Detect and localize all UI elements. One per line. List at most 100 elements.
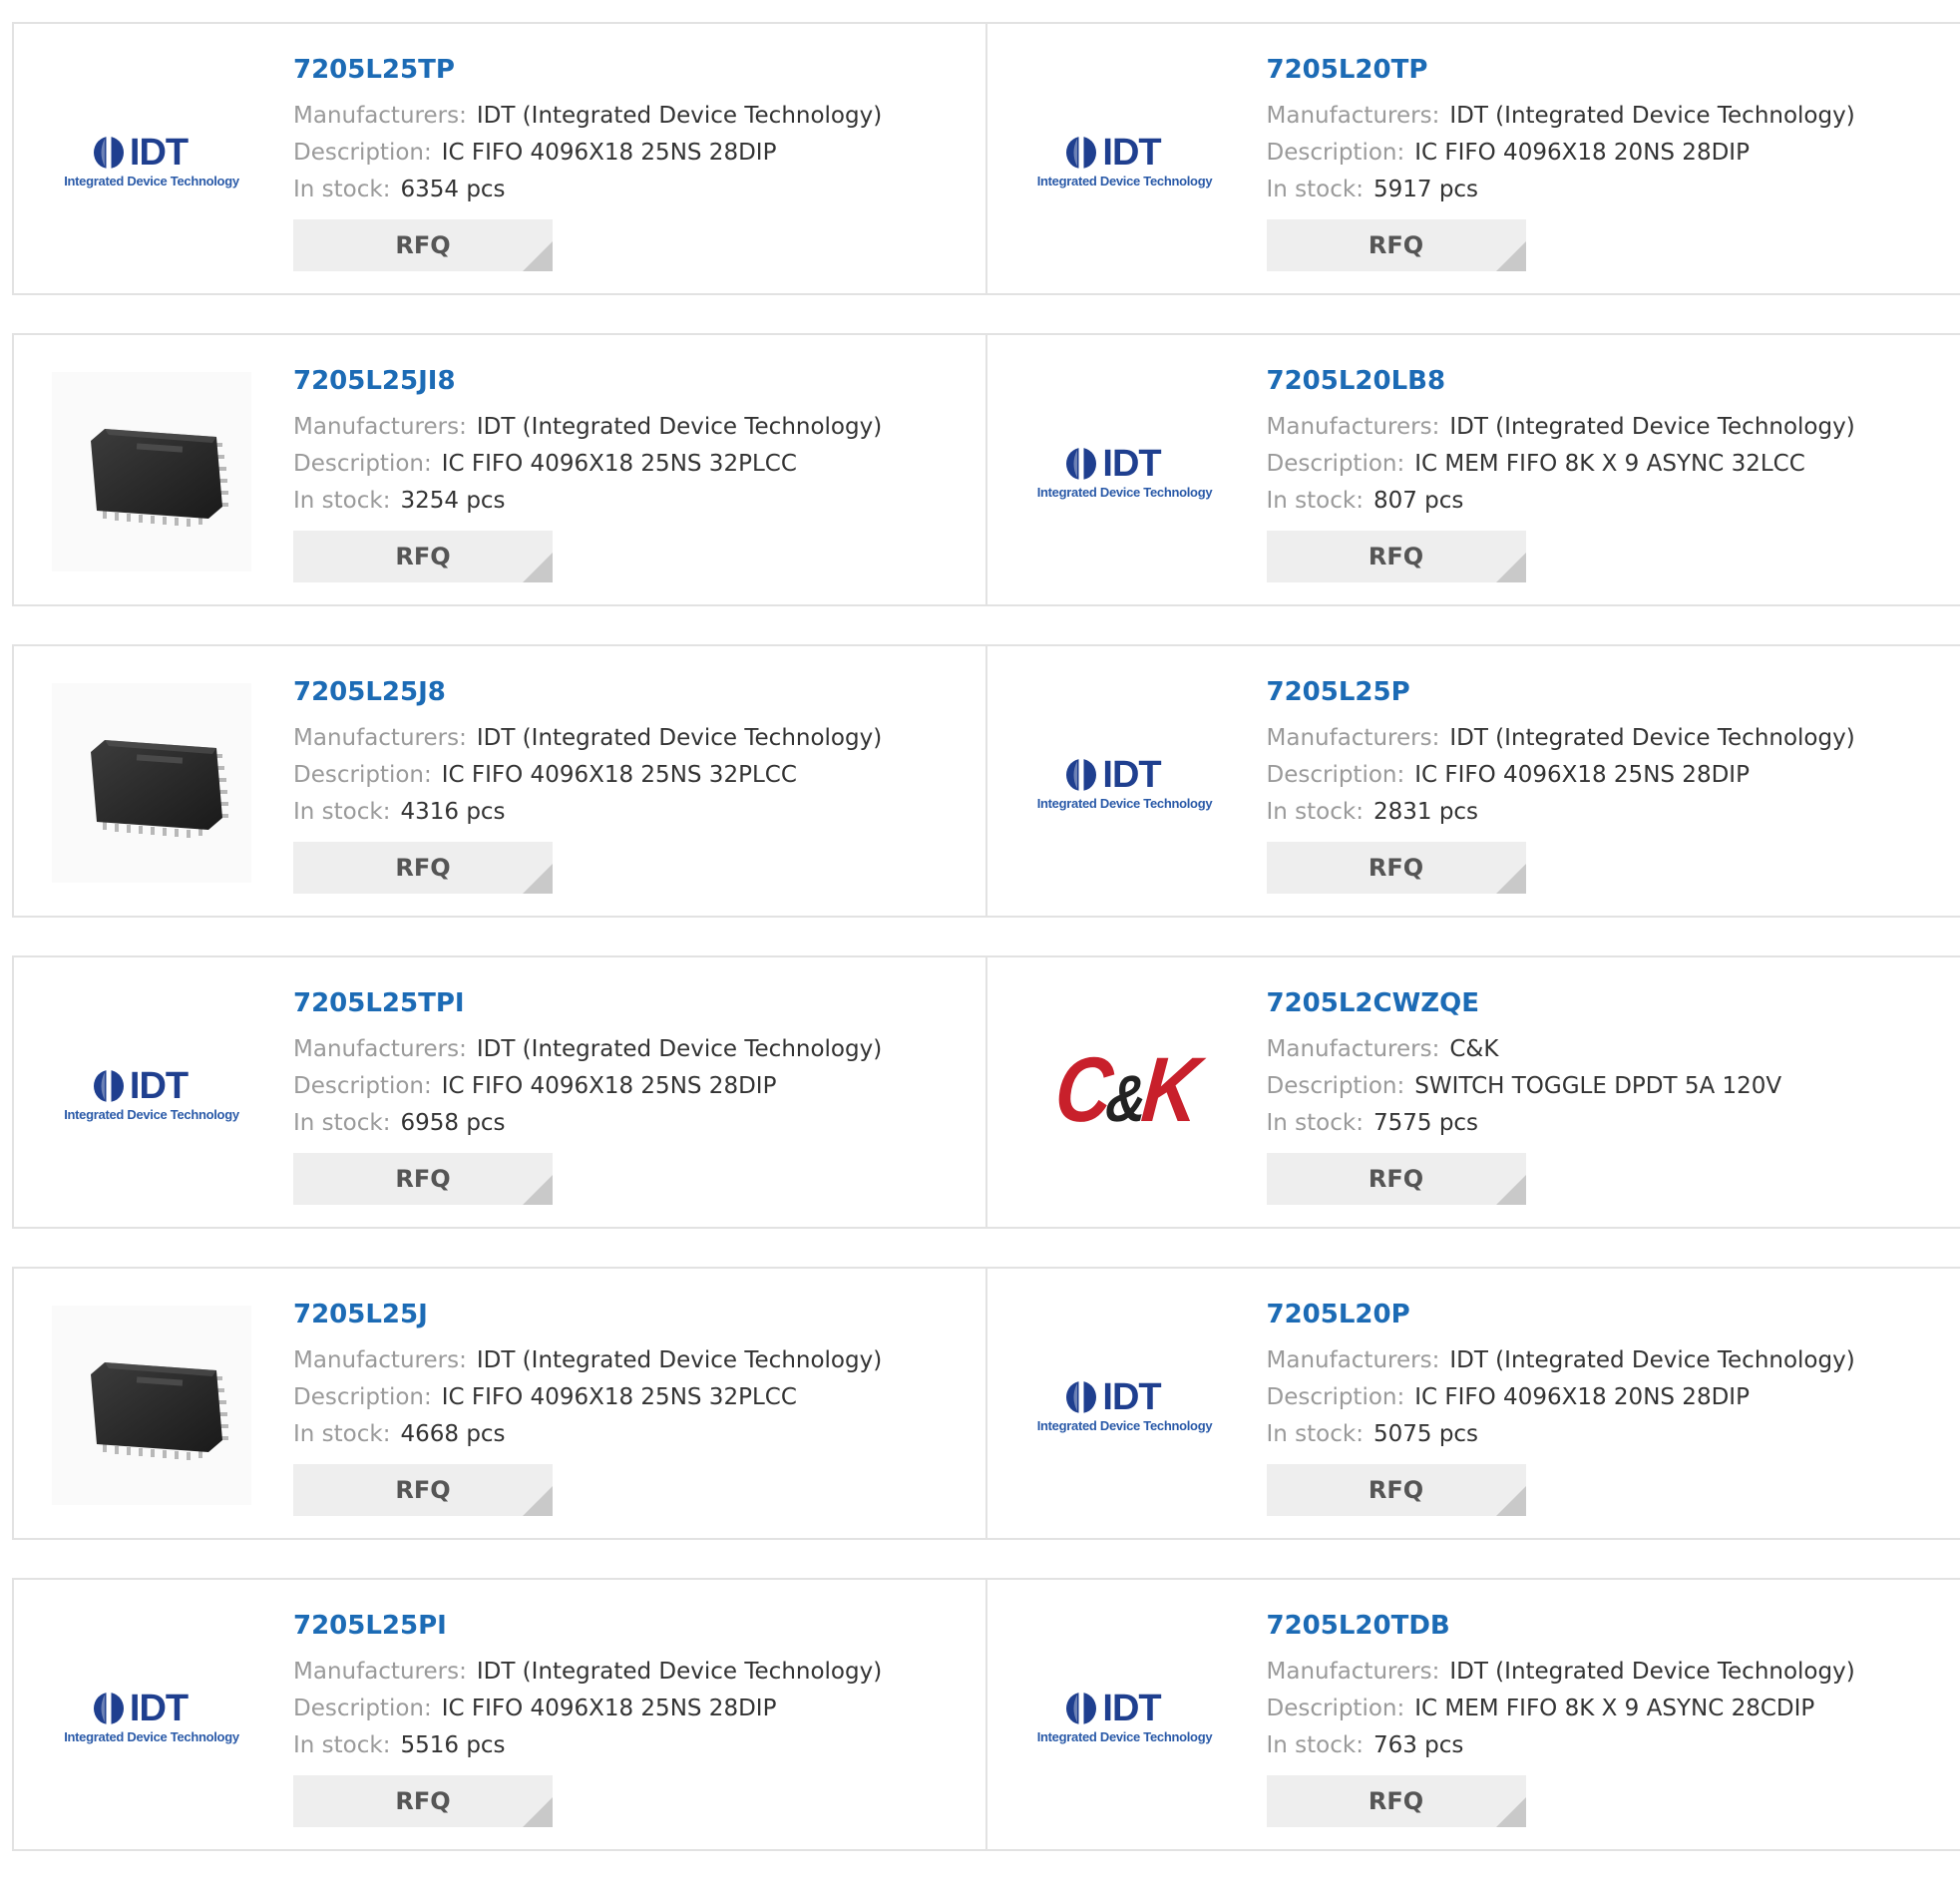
description-line: Description:IC MEM FIFO 8K X 9 ASYNC 28C… (1267, 1691, 1855, 1727)
part-number-link[interactable]: 7205L20LB8 (1267, 363, 1855, 399)
description-line: Description: IC FIFO 4096X18 25NS 32PLCC (293, 1379, 882, 1416)
rfq-button[interactable]: RFQ (293, 842, 553, 894)
product-image[interactable]: IDT Integrated Device Technology (1025, 372, 1225, 571)
stock-label: In stock: (293, 488, 390, 514)
part-number-link[interactable]: 7205L25TPI (293, 985, 882, 1021)
idt-logo: IDT Integrated Device Technology (1025, 1378, 1225, 1433)
part-number-link[interactable]: 7205L25JI8 (293, 363, 882, 399)
product-info: 7205L25J Manufacturers:IDT (Integrated D… (293, 1297, 882, 1516)
rfq-button[interactable]: RFQ (1267, 219, 1526, 271)
product-image[interactable]: C&K (1025, 994, 1225, 1194)
manufacturer-value: IDT (Integrated Device Technology) (1449, 414, 1854, 440)
manufacturer-label: Manufacturers: (1267, 725, 1440, 751)
plcc-chip-image (67, 407, 236, 537)
rfq-button[interactable]: RFQ (293, 1153, 553, 1205)
stock-line: In stock:5516 pcs (293, 1727, 882, 1764)
idt-logo-mark-icon (92, 1069, 126, 1103)
manufacturer-label: Manufacturers: (1267, 1347, 1440, 1373)
manufacturer-label: Manufacturers: (293, 414, 467, 440)
product-image[interactable]: IDT Integrated Device Technology (1025, 683, 1225, 883)
product-info: 7205L20TDB Manufacturers:IDT (Integrated… (1267, 1608, 1855, 1827)
part-number-link[interactable]: 7205L25TP (293, 52, 882, 88)
rfq-corner-decoration (1496, 553, 1526, 582)
stock-value: 763 pcs (1373, 1732, 1463, 1758)
description-line: Description:IC FIFO 4096X18 25NS 32PLCC (293, 446, 882, 483)
rfq-button[interactable]: RFQ (293, 1775, 553, 1827)
rfq-button[interactable]: RFQ (293, 1464, 553, 1516)
part-number-link[interactable]: 7205L2CWZQE (1267, 985, 1782, 1021)
stock-line: In stock:4668 pcs (293, 1416, 882, 1453)
product-card: 7205L25J8 Manufacturers:IDT (Integrated … (14, 646, 987, 916)
product-row: 7205L25J8 Manufacturers:IDT (Integrated … (12, 644, 1960, 918)
product-image[interactable]: IDT Integrated Device Technology (1025, 1617, 1225, 1816)
description-line: Description:SWITCH TOGGLE DPDT 5A 120V (1267, 1068, 1782, 1105)
manufacturer-value: IDT (Integrated Device Technology) (477, 1036, 882, 1062)
description-label: Description: (1267, 1073, 1405, 1099)
rfq-button[interactable]: RFQ (293, 531, 553, 582)
idt-logo-subtitle: Integrated Device Technology (1025, 485, 1225, 500)
rfq-corner-decoration (1496, 1486, 1526, 1516)
manufacturer-value: IDT (Integrated Device Technology) (1449, 103, 1854, 129)
manufacturer-value: IDT (Integrated Device Technology) (1449, 725, 1854, 751)
rfq-button[interactable]: RFQ (1267, 842, 1526, 894)
stock-label: In stock: (293, 1732, 390, 1758)
idt-logo-subtitle: Integrated Device Technology (1025, 1418, 1225, 1433)
manufacturer-line: Manufacturers:IDT (Integrated Device Tec… (1267, 1342, 1855, 1379)
stock-label: In stock: (1267, 1421, 1364, 1447)
part-number-link[interactable]: 7205L25PI (293, 1608, 882, 1644)
stock-value: 807 pcs (1373, 488, 1463, 514)
rfq-label: RFQ (1369, 231, 1423, 259)
idt-logo: IDT Integrated Device Technology (1025, 756, 1225, 811)
part-number-link[interactable]: 7205L25P (1267, 674, 1855, 710)
rfq-label: RFQ (395, 1165, 450, 1193)
part-number-link[interactable]: 7205L20TP (1267, 52, 1855, 88)
description-label: Description: (293, 1073, 432, 1099)
description-value: IC FIFO 4096X18 25NS 32PLCC (442, 451, 797, 477)
idt-logo-word: IDT (1102, 134, 1160, 172)
rfq-label: RFQ (395, 543, 450, 570)
idt-logo: IDT Integrated Device Technology (1025, 445, 1225, 500)
stock-label: In stock: (293, 177, 390, 202)
part-number-link[interactable]: 7205L25J (293, 1297, 882, 1332)
manufacturer-label: Manufacturers: (1267, 1036, 1440, 1062)
rfq-button[interactable]: RFQ (1267, 1153, 1526, 1205)
product-card: IDT Integrated Device Technology 7205L25… (14, 24, 987, 293)
rfq-button[interactable]: RFQ (1267, 1464, 1526, 1516)
manufacturer-line: Manufacturers: IDT (Integrated Device Tec… (293, 1654, 882, 1691)
product-image[interactable]: IDT Integrated Device Technology (52, 1617, 251, 1816)
product-image[interactable] (52, 1306, 251, 1505)
product-image[interactable]: IDT Integrated Device Technology (52, 61, 251, 260)
product-image[interactable]: IDT Integrated Device Technology (52, 994, 251, 1194)
description-label: Description: (293, 140, 432, 166)
stock-value: 6354 pcs (400, 177, 505, 202)
product-image[interactable]: IDT Integrated Device Technology (1025, 1306, 1225, 1505)
rfq-button[interactable]: RFQ (1267, 1775, 1526, 1827)
description-value: IC FIFO 4096X18 20NS 28DIP (1414, 1384, 1750, 1410)
description-value: IC FIFO 4096X18 25NS 28DIP (442, 1073, 777, 1099)
manufacturer-label: Manufacturers: (293, 1659, 467, 1685)
product-image[interactable] (52, 372, 251, 571)
product-image[interactable]: IDT Integrated Device Technology (1025, 61, 1225, 260)
description-label: Description: (293, 1384, 432, 1410)
manufacturer-label: Manufacturers: (293, 1347, 467, 1373)
plcc-chip-image (67, 1340, 236, 1470)
stock-label: In stock: (293, 799, 390, 825)
description-value: IC FIFO 4096X18 25NS 32PLCC (442, 1384, 797, 1410)
manufacturer-value: IDT (Integrated Device Technology) (477, 1659, 882, 1685)
stock-label: In stock: (293, 1110, 390, 1136)
rfq-button[interactable]: RFQ (293, 219, 553, 271)
idt-logo-subtitle: Integrated Device Technology (1025, 174, 1225, 189)
manufacturer-label: Manufacturers: (1267, 1659, 1440, 1685)
rfq-button[interactable]: RFQ (1267, 531, 1526, 582)
manufacturer-line: Manufacturers:IDT (Integrated Device Tec… (293, 720, 882, 757)
part-number-link[interactable]: 7205L20P (1267, 1297, 1855, 1332)
product-image[interactable] (52, 683, 251, 883)
part-number-link[interactable]: 7205L25J8 (293, 674, 882, 710)
description-line: Description:IC FIFO 4096X18 25NS 28DIP (293, 1691, 882, 1727)
description-label: Description: (1267, 1384, 1405, 1410)
manufacturer-value: IDT (Integrated Device Technology) (477, 725, 882, 751)
part-number-link[interactable]: 7205L20TDB (1267, 1608, 1855, 1644)
description-line: Description:IC FIFO 4096X18 25NS 32PLCC (293, 757, 882, 794)
product-card: IDT Integrated Device Technology 7205L25… (14, 957, 987, 1227)
product-card: 7205L25J Manufacturers:IDT (Integrated D… (14, 1269, 987, 1538)
